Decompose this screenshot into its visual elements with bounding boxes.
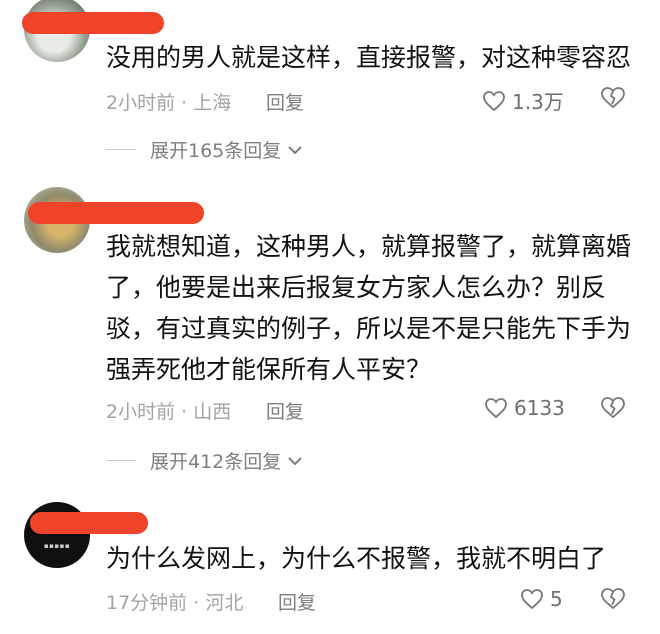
like-button[interactable]: 5: [520, 587, 563, 611]
comment-location: 河北: [205, 592, 244, 614]
avatar-art: ▪▪▪▪▪: [43, 542, 71, 550]
comment-time: 2小时前: [106, 92, 176, 114]
comment-time: 17分钟前: [106, 592, 188, 614]
like-count: 5: [550, 587, 563, 611]
divider-line: [106, 460, 136, 461]
reply-button[interactable]: 回复: [266, 88, 304, 115]
reply-button[interactable]: 回复: [278, 588, 316, 615]
broken-heart-icon: [601, 588, 625, 610]
username-redaction: [30, 512, 148, 534]
comment-meta: 2小时前 · 上海: [106, 88, 231, 115]
comment-meta: 2小时前 · 山西: [106, 397, 231, 424]
like-button[interactable]: 6133: [484, 396, 565, 420]
username-redaction: [22, 12, 164, 34]
comment-text: 为什么发网上，为什么不报警，我就不明白了: [106, 544, 607, 573]
broken-heart-icon: [601, 397, 625, 419]
broken-heart-icon: [601, 87, 625, 109]
comment-1: 没用的男人就是这样，直接报警，对这种零容忍 2小时前 · 上海 回复 1.3万 …: [0, 0, 660, 170]
like-count: 1.3万: [512, 90, 564, 114]
divider-line: [106, 149, 136, 150]
expand-replies-label: 展开165条回复: [150, 140, 282, 162]
chevron-down-icon: [288, 145, 302, 154]
chevron-down-icon: [288, 456, 302, 465]
comment-location: 山西: [193, 401, 232, 423]
comment-meta: 17分钟前 · 河北: [106, 588, 243, 615]
heart-outline-icon: [485, 398, 507, 419]
dislike-button[interactable]: [600, 587, 626, 615]
meta-separator: ·: [181, 92, 188, 114]
expand-replies-button[interactable]: 展开412条回复: [106, 447, 303, 474]
username-redaction: [28, 202, 204, 224]
comment-location: 上海: [193, 92, 232, 114]
expand-replies-button[interactable]: 展开165条回复: [106, 136, 303, 163]
like-count: 6133: [514, 396, 565, 420]
comment-text: 没用的男人就是这样，直接报警，对这种零容忍: [106, 43, 632, 72]
comment-time: 2小时前: [106, 401, 176, 423]
like-button[interactable]: 1.3万: [482, 86, 564, 115]
meta-separator: ·: [181, 401, 188, 423]
meta-separator: ·: [193, 592, 200, 614]
comment-text: 我就想知道，这种男人，就算报警了，就算离婚了，他要是出来后报复女方家人怎么办？别…: [106, 232, 632, 384]
expand-replies-label: 展开412条回复: [150, 451, 282, 473]
dislike-button[interactable]: [600, 86, 626, 114]
heart-outline-icon: [521, 589, 543, 610]
reply-button[interactable]: 回复: [266, 397, 304, 424]
dislike-button[interactable]: [600, 396, 626, 424]
heart-outline-icon: [483, 90, 505, 111]
